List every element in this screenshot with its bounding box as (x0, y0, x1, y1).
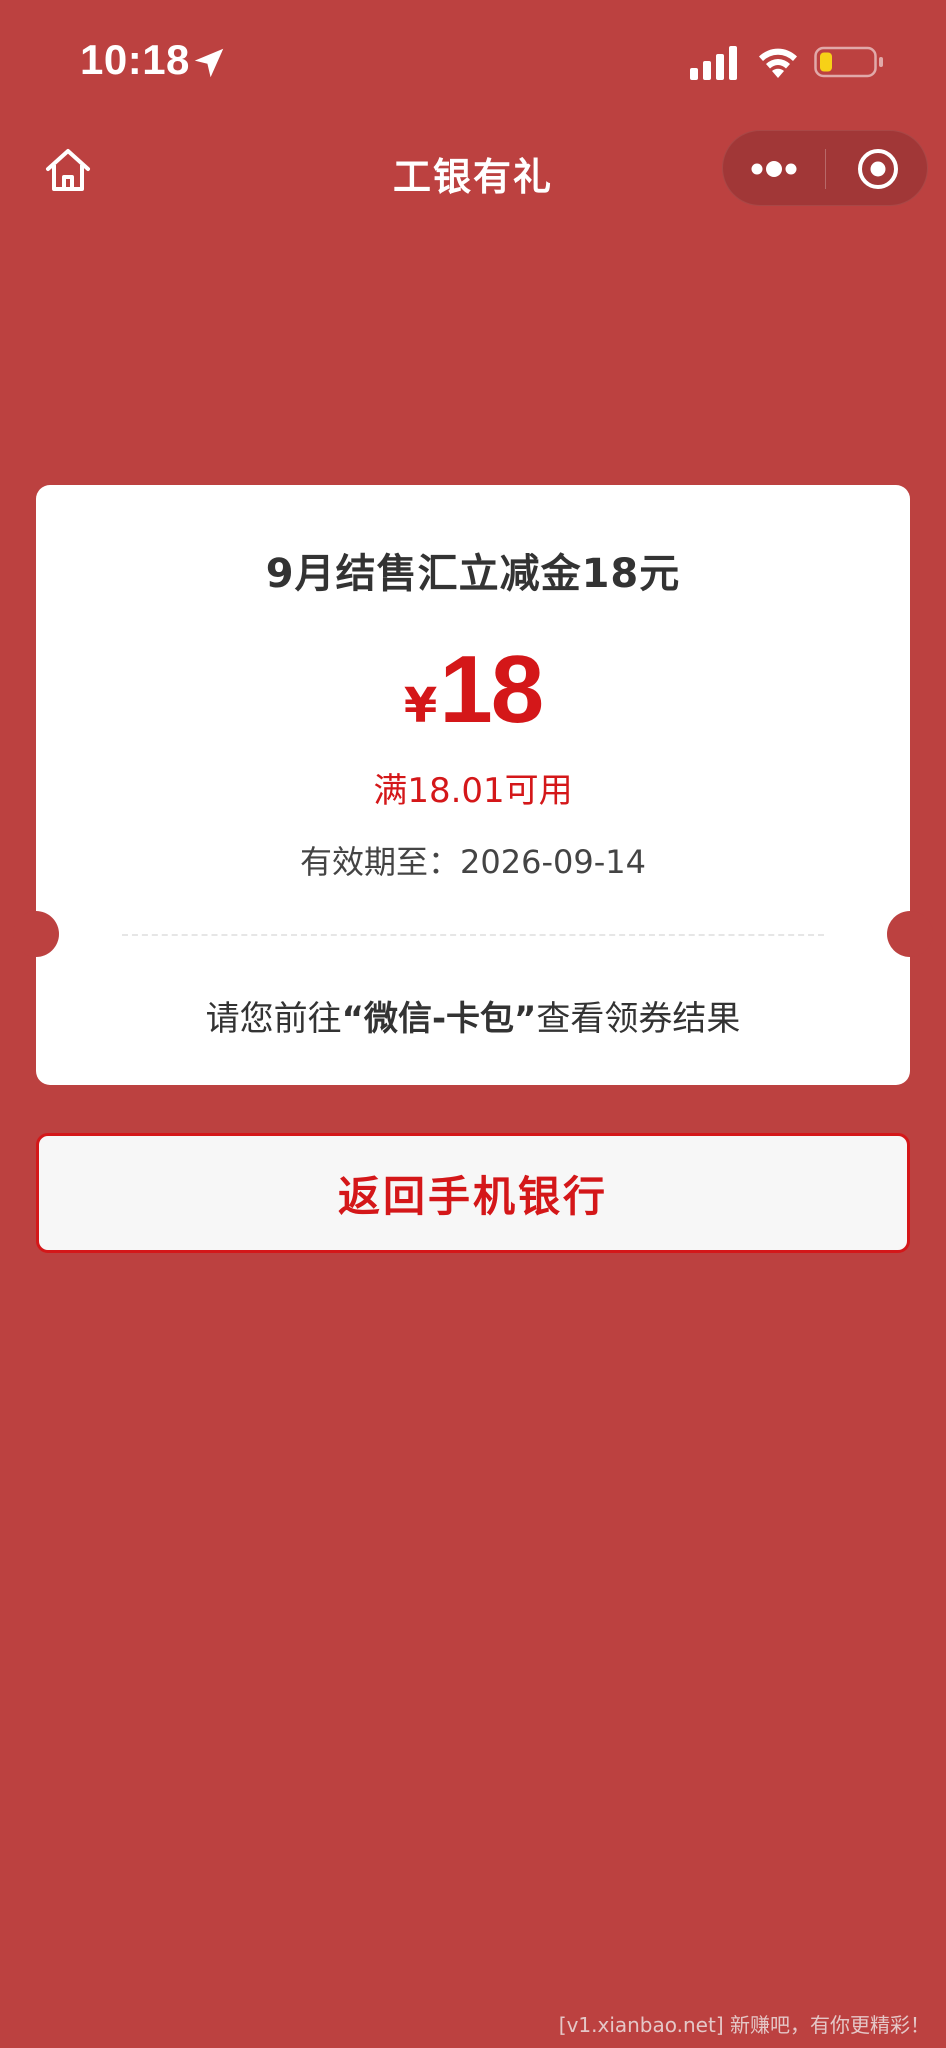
nav-bar: 工银有礼 (0, 120, 946, 220)
hint-suffix: 查看领券结果 (536, 999, 741, 1039)
currency-symbol: ¥ (403, 678, 438, 734)
hint-highlight: “微信-卡包” (341, 999, 537, 1039)
location-arrow-icon (194, 48, 224, 78)
return-mobile-bank-button[interactable]: 返回手机银行 (36, 1133, 910, 1253)
cellular-signal-icon (690, 46, 737, 80)
miniprogram-capsule (722, 130, 928, 206)
coupon-hint: 请您前往“微信-卡包”查看领券结果 (36, 991, 910, 1040)
coupon-card: 9月结售汇立减金18元 ¥18 满18.01可用 有效期至：2026-09-14… (13, 485, 933, 1085)
coupon-condition: 满18.01可用 (373, 771, 573, 811)
watermark: [v1.xianbao.net] 新赚吧，有你更精彩！ (558, 2013, 930, 2037)
hint-prefix: 请您前往 (205, 999, 342, 1039)
coupon-amount: ¥18 (36, 635, 910, 745)
wifi-icon (759, 48, 797, 78)
ticket-notch-right (887, 911, 933, 957)
more-options-icon[interactable] (723, 131, 825, 207)
status-time: 10:18 (80, 36, 190, 83)
amount-value: 18 (439, 636, 544, 743)
ticket-notch-left (13, 911, 59, 957)
battery-low-icon (814, 46, 883, 78)
coupon-title: 9月结售汇立减金18元 (265, 551, 681, 597)
dashed-divider (122, 934, 824, 936)
capsule-divider (825, 149, 826, 189)
close-miniprogram-icon[interactable] (827, 131, 929, 207)
coupon-validity: 有效期至：2026-09-14 (300, 843, 646, 881)
status-bar: 10:18 (0, 0, 946, 120)
